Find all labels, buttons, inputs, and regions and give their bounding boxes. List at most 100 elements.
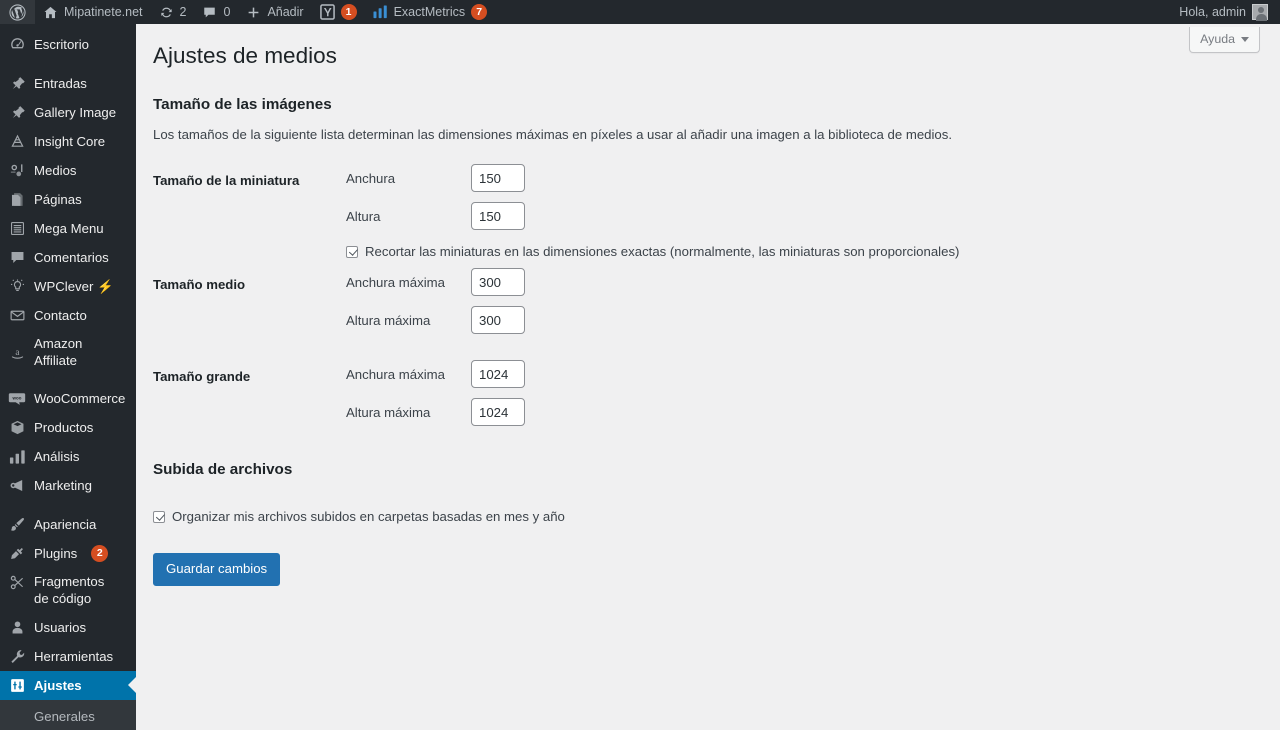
new-content-menu[interactable]: Añadir xyxy=(238,0,311,24)
sidebar-item-label: Contacto xyxy=(34,307,87,323)
box-icon xyxy=(0,419,34,436)
sidebar-item-analisis[interactable]: Análisis xyxy=(0,442,136,471)
sidebar-item-marketing[interactable]: Marketing xyxy=(0,471,136,500)
comment-icon xyxy=(0,249,34,266)
plus-icon xyxy=(246,5,261,20)
field-label: Altura xyxy=(346,208,381,224)
sidebar-item-label: Ajustes xyxy=(34,677,82,693)
plugins-update-badge: 2 xyxy=(91,545,109,563)
sidebar-item-gallery-image[interactable]: Gallery Image xyxy=(0,98,136,127)
main-content: Ayuda Ajustes de medios Tamaño de las im… xyxy=(136,24,1280,727)
row-label-large: Tamaño grande xyxy=(153,369,251,385)
thumbnail-width-input[interactable] xyxy=(471,164,525,193)
sidebar-item-medios[interactable]: Medios xyxy=(0,156,136,185)
sidebar-item-label: Usuarios xyxy=(34,619,87,635)
sidebar-item-woocommerce[interactable]: woo WooCommerce xyxy=(0,384,136,413)
sidebar-item-amazon-affiliate[interactable]: a Amazon Affiliate xyxy=(0,330,136,374)
field-label: Altura máxima xyxy=(346,404,431,420)
svg-text:woo: woo xyxy=(12,395,22,400)
sidebar-item-usuarios[interactable]: Usuarios xyxy=(0,613,136,642)
yoast-icon xyxy=(319,4,335,20)
sidebar-item-label: WPClever ⚡ xyxy=(34,278,114,294)
sidebar-item-paginas[interactable]: Páginas xyxy=(0,185,136,214)
sidebar-item-label: Amazon Affiliate xyxy=(34,336,83,369)
thumbnail-crop-label: Recortar las miniaturas en las dimension… xyxy=(365,244,960,260)
sidebar-item-wpclever[interactable]: WPClever ⚡ xyxy=(0,272,136,301)
table-row: Tamaño grande Anchura máxima Altura máxi… xyxy=(153,339,959,431)
sidebar-item-escritorio[interactable]: Escritorio xyxy=(0,30,136,59)
sidebar-item-insight-core[interactable]: Insight Core xyxy=(0,127,136,156)
comment-bubble-icon xyxy=(202,5,217,20)
avatar xyxy=(1252,4,1268,21)
settings-icon xyxy=(0,677,34,694)
uploads-organize-checkbox[interactable] xyxy=(153,510,165,523)
thumbnail-crop-checkbox[interactable] xyxy=(346,245,358,258)
pin-icon xyxy=(0,104,34,121)
sidebar-item-label: Comentarios xyxy=(34,249,109,265)
field-label: Anchura máxima xyxy=(346,366,445,382)
yoast-seo-menu[interactable]: 1 xyxy=(312,0,365,24)
sidebar-item-label: Medios xyxy=(34,162,77,178)
new-content-label: Añadir xyxy=(267,5,304,19)
sidebar-item-ajustes[interactable]: Ajustes xyxy=(0,670,136,700)
exactmetrics-label: ExactMetrics xyxy=(393,5,466,19)
wrench-icon xyxy=(0,648,34,665)
sidebar-item-entradas[interactable]: Entradas xyxy=(0,69,136,98)
settings-submenu: Generales xyxy=(0,699,136,730)
help-button-label: Ayuda xyxy=(1200,32,1235,46)
media-icon xyxy=(0,162,34,179)
row-label-thumbnail: Tamaño de la miniatura xyxy=(153,173,300,189)
table-row: Tamaño de la miniatura Anchura Altura Re… xyxy=(153,159,959,263)
megaphone-icon xyxy=(0,477,34,494)
exactmetrics-badge: 7 xyxy=(471,4,488,20)
amazon-icon: a xyxy=(0,344,34,361)
update-arrows-icon xyxy=(159,5,174,20)
sidebar-item-mega-menu[interactable]: Mega Menu xyxy=(0,214,136,243)
admin-sidebar-menu: Escritorio Entradas Gallery Image Insigh… xyxy=(0,24,136,730)
field-large-height: Altura máxima xyxy=(346,393,959,431)
help-button[interactable]: Ayuda xyxy=(1189,27,1260,53)
home-icon xyxy=(43,5,58,20)
sidebar-item-comentarios[interactable]: Comentarios xyxy=(0,243,136,272)
site-name-menu[interactable]: Mipatinete.net xyxy=(35,0,151,24)
row-fields-medium: Anchura máxima Altura máxima xyxy=(346,263,959,339)
sidebar-item-productos[interactable]: Productos xyxy=(0,413,136,442)
menu-separator xyxy=(0,374,136,384)
comments-menu[interactable]: 0 xyxy=(194,0,238,24)
yoast-badge: 1 xyxy=(340,4,357,20)
bar-chart-icon xyxy=(373,5,388,19)
field-label: Anchura máxima xyxy=(346,274,445,290)
sidebar-item-fragmentos-de-codigo[interactable]: Fragmentos de código xyxy=(0,568,136,612)
submenu-item-generales[interactable]: Generales xyxy=(0,702,136,730)
comments-count: 0 xyxy=(223,5,231,19)
paintbrush-icon xyxy=(0,516,34,533)
save-button-wrapper: Guardar cambios xyxy=(153,553,1280,586)
thumbnail-height-input[interactable] xyxy=(471,202,525,231)
menu-separator xyxy=(0,500,136,510)
scissors-icon xyxy=(0,573,34,591)
sidebar-item-label: Escritorio xyxy=(34,36,89,52)
image-sizes-description: Los tamaños de la siguiente lista determ… xyxy=(153,127,953,143)
sidebar-item-apariencia[interactable]: Apariencia xyxy=(0,510,136,539)
sidebar-item-label: Productos xyxy=(34,420,94,436)
woocommerce-icon: woo xyxy=(0,391,34,407)
my-account-menu[interactable]: Hola, admin xyxy=(1171,0,1280,24)
wordpress-logo-button[interactable] xyxy=(0,0,35,24)
sidebar-item-plugins[interactable]: Plugins 2 xyxy=(0,539,136,568)
updates-menu[interactable]: 2 xyxy=(151,0,195,24)
medium-height-input[interactable] xyxy=(471,306,525,335)
sidebar-item-label: WooCommerce xyxy=(34,391,126,407)
sidebar-item-label: Marketing xyxy=(34,478,92,494)
sidebar-item-label: Herramientas xyxy=(34,648,114,664)
save-changes-button[interactable]: Guardar cambios xyxy=(153,553,281,586)
lightbulb-icon xyxy=(0,278,34,295)
row-fields-thumbnail: Anchura Altura Recortar las miniaturas e… xyxy=(346,159,959,263)
large-width-input[interactable] xyxy=(471,360,525,389)
large-height-input[interactable] xyxy=(471,398,525,427)
envelope-icon xyxy=(0,307,34,324)
uploads-organize-row: Organizar mis archivos subidos en carpet… xyxy=(153,500,1280,528)
exactmetrics-menu[interactable]: ExactMetrics 7 xyxy=(365,0,496,24)
medium-width-input[interactable] xyxy=(471,268,525,297)
sidebar-item-herramientas[interactable]: Herramientas xyxy=(0,642,136,671)
sidebar-item-contacto[interactable]: Contacto xyxy=(0,301,136,330)
